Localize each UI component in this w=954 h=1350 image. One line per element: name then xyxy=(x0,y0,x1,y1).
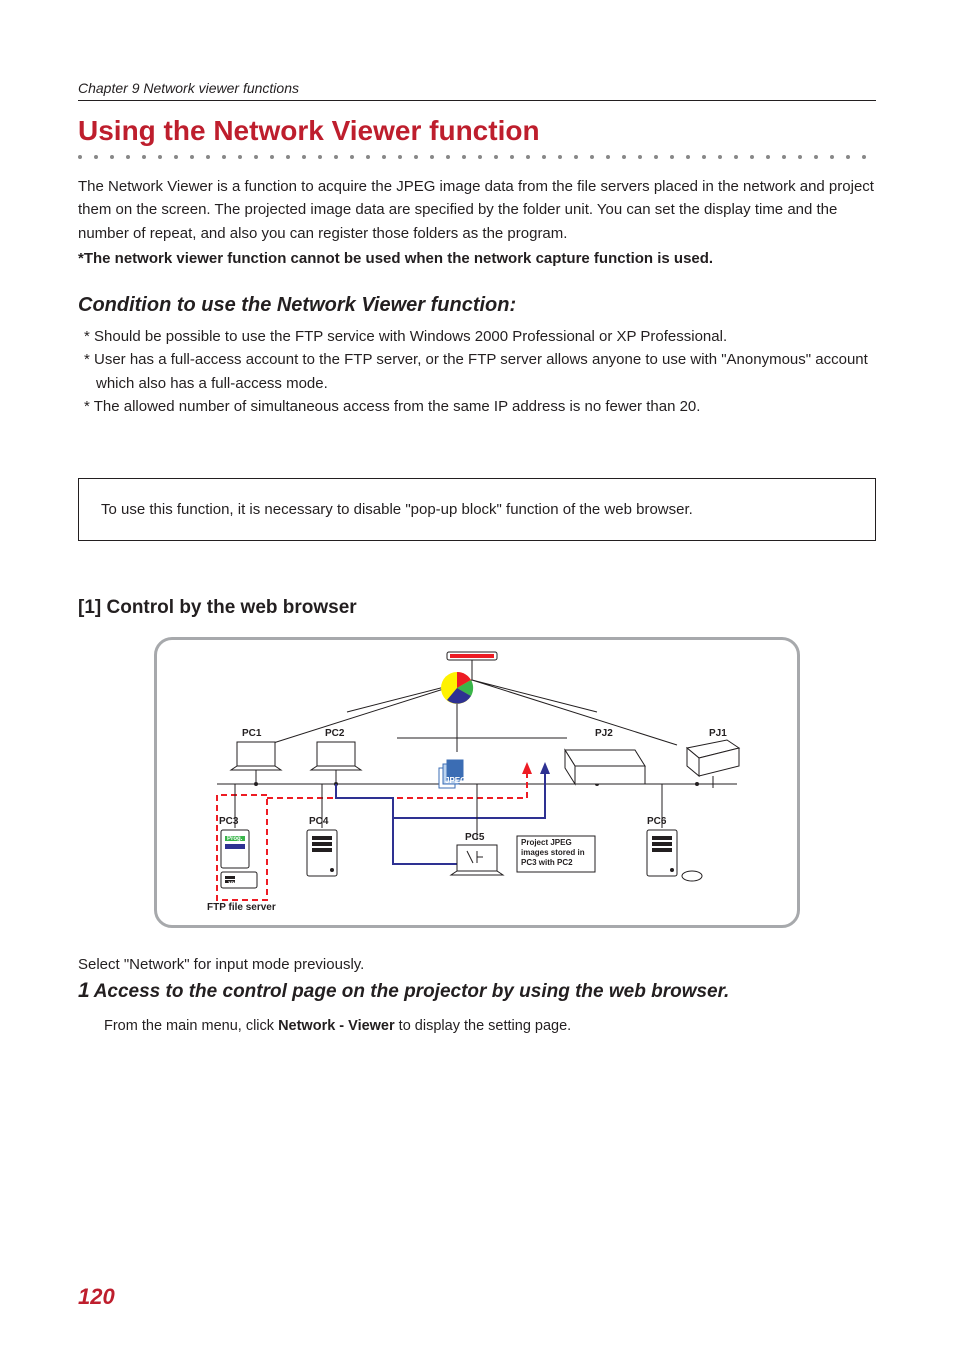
chapter-header: Chapter 9 Network viewer functions xyxy=(78,80,876,101)
condition-heading: Condition to use the Network Viewer func… xyxy=(78,294,876,317)
condition-item: * Should be possible to use the FTP serv… xyxy=(78,325,876,348)
page-root: Chapter 9 Network viewer functions Using… xyxy=(0,0,954,1350)
intro-paragraph: The Network Viewer is a function to acqu… xyxy=(78,175,876,245)
after-diagram-text: Select "Network" for input mode previous… xyxy=(78,956,876,973)
note-text: To use this function, it is necessary to… xyxy=(101,501,693,518)
page-number: 120 xyxy=(78,1284,115,1310)
label-pc1: PC1 xyxy=(242,728,261,739)
network-diagram: PC1 PC2 PJ2 PJ1 PC3 PC4 PC5 PC6 FTP file… xyxy=(78,637,876,928)
section-heading: [1] Control by the web browser xyxy=(78,597,876,619)
intro-bold: *The network viewer function cannot be u… xyxy=(78,247,876,270)
step-1-text: Access to the control page on the projec… xyxy=(94,981,730,1002)
label-pc2: PC2 xyxy=(325,728,344,739)
callout-line1: Project JPEG xyxy=(521,838,572,847)
condition-item: * User has a full-access account to the … xyxy=(78,348,876,395)
jpeg-label: JPEG xyxy=(445,776,466,785)
diagram-svg xyxy=(157,640,797,925)
label-pc6: PC6 xyxy=(647,816,666,827)
step-1-sub: From the main menu, click Network - View… xyxy=(104,1018,876,1034)
label-ftp: FTP file server xyxy=(207,902,276,913)
prog-label: Prog. xyxy=(227,836,242,842)
condition-item: * The allowed number of simultaneous acc… xyxy=(78,395,876,418)
label-pc5: PC5 xyxy=(465,832,484,843)
callout-line2: images stored in xyxy=(521,848,585,857)
callout-line3: PC3 with PC2 xyxy=(521,858,573,867)
label-pj2: PJ2 xyxy=(595,728,613,739)
main-heading: Using the Network Viewer function xyxy=(78,115,876,147)
step-1: 1Access to the control page on the proje… xyxy=(78,979,876,1003)
note-box: To use this function, it is necessary to… xyxy=(78,478,876,541)
label-pc4: PC4 xyxy=(309,816,328,827)
label-pc3: PC3 xyxy=(219,816,238,827)
dotted-rule xyxy=(78,153,876,161)
label-pj1: PJ1 xyxy=(709,728,727,739)
jpeg-label-2: JPEG xyxy=(227,882,243,888)
